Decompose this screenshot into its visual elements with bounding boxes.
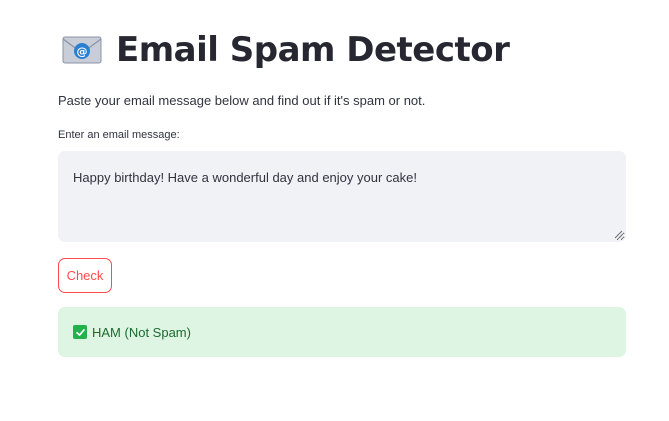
email-envelope-icon: @ [62,36,102,64]
result-text: HAM (Not Spam) [92,324,191,340]
email-message-label: Enter an email message: [58,129,180,141]
resize-handle-icon[interactable] [613,229,623,239]
title-row: @ Email Spam Detector [62,30,510,70]
app-page: @ Email Spam Detector Paste your email m… [0,0,669,421]
svg-text:@: @ [77,45,88,58]
result-alert: HAM (Not Spam) [58,307,626,357]
check-mark-icon [73,325,87,339]
check-button[interactable]: Check [58,258,112,293]
email-message-input[interactable]: Happy birthday! Have a wonderful day and… [58,151,626,242]
page-subtitle: Paste your email message below and find … [58,93,426,108]
page-title: Email Spam Detector [116,30,510,70]
